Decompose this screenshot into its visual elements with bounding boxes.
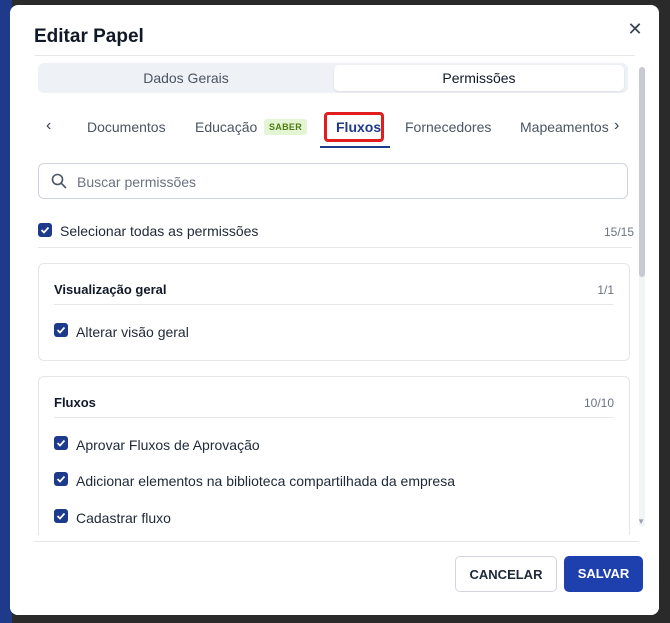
permission-checkbox[interactable] bbox=[54, 436, 68, 450]
select-all-count: 15/15 bbox=[604, 225, 635, 239]
check-icon bbox=[56, 475, 66, 483]
permission-label: Cadastrar fluxo bbox=[76, 510, 171, 526]
close-icon[interactable]: ✕ bbox=[625, 19, 645, 39]
group-count: 1/1 bbox=[597, 283, 614, 297]
footer bbox=[10, 535, 659, 615]
group-title: Fluxos bbox=[54, 395, 96, 410]
permission-checkbox[interactable] bbox=[54, 509, 68, 523]
permission-tabs: ‹ Documentos Educação SABER Fluxos Forne… bbox=[38, 109, 628, 149]
edit-role-dialog: Editar Papel ✕ Dados Gerais Permissões ‹… bbox=[10, 5, 659, 615]
select-all-checkbox[interactable] bbox=[38, 223, 52, 237]
check-icon bbox=[40, 226, 50, 234]
active-tab-indicator bbox=[320, 146, 390, 148]
select-all-divider bbox=[38, 247, 632, 248]
dialog-title: Editar Papel bbox=[34, 26, 144, 47]
select-all-label: Selecionar todas as permissões bbox=[60, 223, 259, 239]
segmented-control: Dados Gerais Permissões bbox=[38, 63, 628, 93]
search-icon bbox=[51, 173, 67, 189]
group-title: Visualização geral bbox=[54, 282, 167, 297]
tab-fluxos[interactable]: Fluxos bbox=[336, 119, 381, 135]
segment-dados-gerais[interactable]: Dados Gerais bbox=[38, 63, 334, 93]
tab-educacao[interactable]: Educação bbox=[195, 119, 257, 135]
cancel-button[interactable]: CANCELAR bbox=[455, 556, 557, 592]
permission-checkbox[interactable] bbox=[54, 472, 68, 486]
saber-badge: SABER bbox=[264, 119, 308, 135]
check-icon bbox=[56, 439, 66, 447]
search-input[interactable] bbox=[75, 164, 619, 200]
header-divider bbox=[34, 55, 635, 56]
permission-label: Alterar visão geral bbox=[76, 324, 189, 340]
tab-mapeamentos[interactable]: Mapeamentos bbox=[520, 119, 609, 135]
chevron-right-icon[interactable]: › bbox=[614, 117, 619, 135]
scrollbar-thumb[interactable] bbox=[639, 67, 645, 277]
tab-documentos[interactable]: Documentos bbox=[87, 119, 166, 135]
tab-fornecedores[interactable]: Fornecedores bbox=[405, 119, 491, 135]
search-box bbox=[38, 163, 628, 200]
save-button[interactable]: SALVAR bbox=[564, 556, 643, 592]
check-icon bbox=[56, 326, 66, 334]
chevron-left-icon[interactable]: ‹ bbox=[46, 117, 51, 135]
permission-group-visualizacao: Visualização geral 1/1 Alterar visão ger… bbox=[38, 263, 630, 361]
group-divider bbox=[54, 417, 614, 418]
scroll-down-icon[interactable]: ▼ bbox=[637, 517, 645, 526]
permission-group-fluxos: Fluxos 10/10 Aprovar Fluxos de Aprovação… bbox=[38, 376, 630, 556]
permission-checkbox[interactable] bbox=[54, 323, 68, 337]
group-divider bbox=[54, 304, 614, 305]
check-icon bbox=[56, 512, 66, 520]
segment-permissoes[interactable]: Permissões bbox=[334, 65, 624, 91]
permission-label: Aprovar Fluxos de Aprovação bbox=[76, 437, 260, 453]
group-count: 10/10 bbox=[583, 396, 614, 410]
footer-divider bbox=[34, 541, 639, 542]
permission-label: Adicionar elementos na biblioteca compar… bbox=[76, 473, 455, 489]
